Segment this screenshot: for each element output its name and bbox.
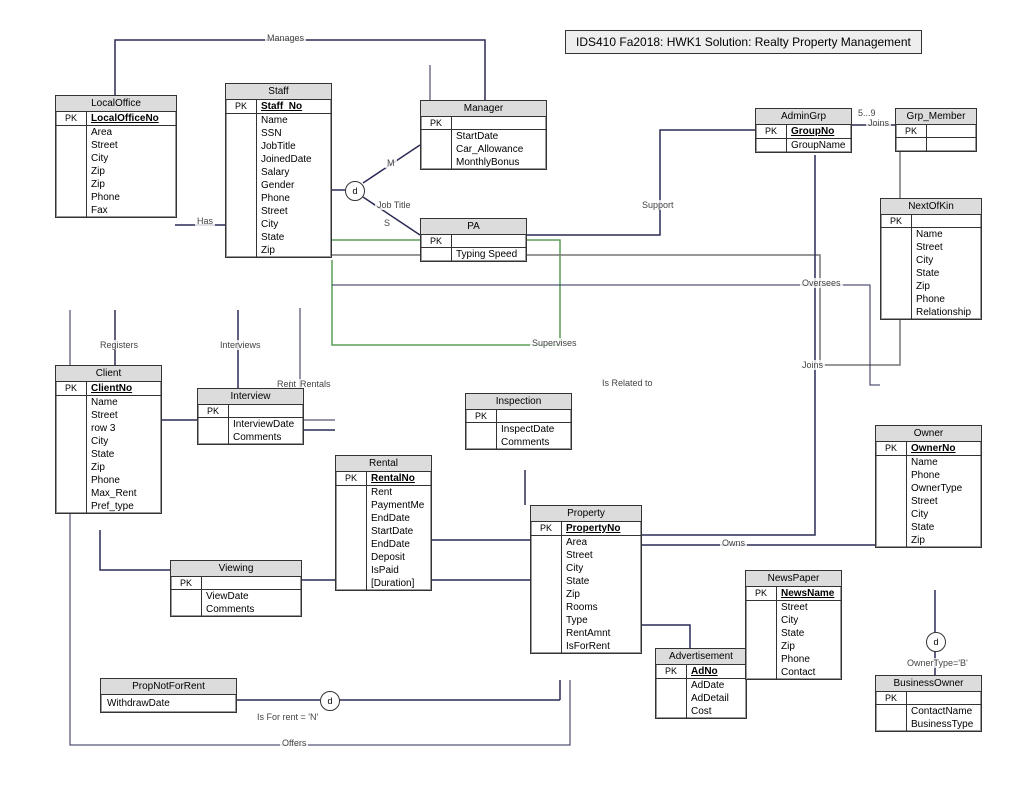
entity-nextofkin: NextOfKin PK Name Street City State Zip … bbox=[880, 198, 982, 320]
rel-offers: Offers bbox=[280, 738, 308, 748]
entity-client: Client PKClientNo Name Street row 3 City… bbox=[55, 365, 162, 514]
entity-header: LocalOffice bbox=[56, 96, 176, 112]
diagram-canvas: IDS410 Fa2018: HWK1 Solution: Realty Pro… bbox=[0, 0, 1024, 791]
entity-header: Viewing bbox=[171, 561, 301, 577]
entity-header: Client bbox=[56, 366, 161, 382]
entity-localoffice: LocalOffice PKLocalOfficeNo Area Street … bbox=[55, 95, 177, 218]
entity-header: Advertisement bbox=[656, 649, 746, 665]
entity-admingrp: AdminGrp PKGroupNo GroupName bbox=[755, 108, 852, 153]
entity-header: PropNotForRent bbox=[101, 679, 236, 695]
discriminator-prop: d bbox=[320, 691, 340, 711]
discriminator-staff: d bbox=[345, 181, 365, 201]
rel-owns: Owns bbox=[720, 538, 747, 548]
entity-viewing: Viewing PK ViewDate Comments bbox=[170, 560, 302, 617]
entity-newspaper: NewsPaper PKNewsName Street City State Z… bbox=[745, 570, 842, 680]
rel-ownertype: OwnerType='B' bbox=[905, 658, 970, 668]
entity-header: Owner bbox=[876, 426, 981, 442]
entity-header: NextOfKin bbox=[881, 199, 981, 215]
entity-advertisement: Advertisement PKAdNo AdDate AdDetail Cos… bbox=[655, 648, 747, 719]
entity-property: Property PKPropertyNo Area Street City S… bbox=[530, 505, 642, 654]
entity-header: Manager bbox=[421, 101, 546, 117]
entity-owner: Owner PKOwnerNo Name Phone OwnerType Str… bbox=[875, 425, 982, 548]
entity-header: Property bbox=[531, 506, 641, 522]
rel-jobtitle: Job Title bbox=[375, 200, 413, 210]
entity-header: Rental bbox=[336, 456, 431, 472]
entity-propnotforrent: PropNotForRent WithdrawDate bbox=[100, 678, 237, 713]
entity-header: NewsPaper bbox=[746, 571, 841, 587]
entity-header: BusinessOwner bbox=[876, 676, 981, 692]
rel-joins: Joins bbox=[800, 360, 825, 370]
entity-header: PA bbox=[421, 219, 526, 235]
entity-grpmember: Grp_Member PK bbox=[895, 108, 977, 152]
rel-isrelated: Is Related to bbox=[600, 378, 655, 388]
entity-businessowner: BusinessOwner PK ContactName BusinessTyp… bbox=[875, 675, 982, 732]
entity-pa: PA PK Typing Speed bbox=[420, 218, 527, 262]
entity-manager: Manager PK StartDate Car_Allowance Month… bbox=[420, 100, 547, 170]
rel-s: S bbox=[382, 218, 392, 228]
entity-interview: Interview PK InterviewDate Comments bbox=[197, 388, 304, 445]
rel-oversees: Oversees bbox=[800, 278, 843, 288]
rel-card59: 5...9 bbox=[856, 108, 878, 118]
entity-header: Staff bbox=[226, 84, 331, 100]
rel-m: M bbox=[385, 158, 397, 168]
discriminator-owner: d bbox=[926, 632, 946, 652]
entity-header: Inspection bbox=[466, 394, 571, 410]
rel-interviews: Interviews bbox=[218, 340, 263, 350]
rel-registers: Registers bbox=[98, 340, 140, 350]
entity-staff: Staff PKStaff_No Name SSN JobTitle Joine… bbox=[225, 83, 332, 258]
entity-header: Grp_Member bbox=[896, 109, 976, 125]
entity-header: Interview bbox=[198, 389, 303, 405]
rel-support: Support bbox=[640, 200, 676, 210]
entity-inspection: Inspection PK InspectDate Comments bbox=[465, 393, 572, 450]
diagram-title: IDS410 Fa2018: HWK1 Solution: Realty Pro… bbox=[565, 30, 922, 54]
entity-rental: Rental PKRentalNo Rent PaymentMe EndDate… bbox=[335, 455, 432, 591]
rel-has: Has bbox=[195, 216, 215, 226]
rel-manages: Manages bbox=[265, 33, 306, 43]
rel-isforrent: Is For rent = 'N' bbox=[255, 712, 320, 722]
rel-joins2: Joins bbox=[866, 118, 891, 128]
rel-supervises: Supervises bbox=[530, 338, 579, 348]
entity-header: AdminGrp bbox=[756, 109, 851, 125]
